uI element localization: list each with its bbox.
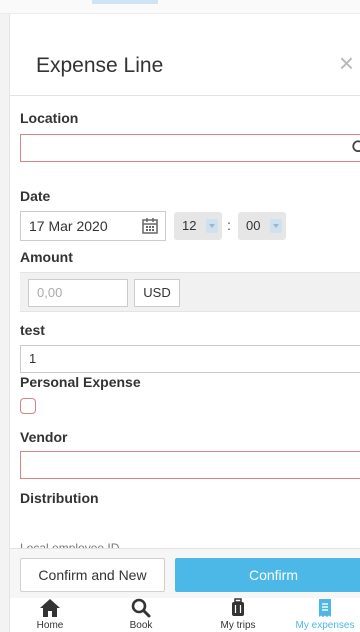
personal-expense-label: Personal Expense [20, 374, 141, 390]
luggage-icon [232, 598, 244, 616]
nav-label-my-trips: My trips [220, 620, 256, 631]
time-separator: : [227, 217, 231, 233]
date-label: Date [20, 188, 51, 204]
nav-label-my-expenses: My expenses [295, 620, 355, 631]
vendor-input[interactable] [20, 451, 360, 479]
search-icon [131, 598, 151, 618]
background-tab-strip [0, 0, 360, 14]
minute-value: 00 [246, 218, 261, 233]
test-input[interactable]: 1 [20, 345, 360, 373]
date-value: 17 Mar 2020 [29, 218, 108, 234]
nav-item-home[interactable]: Home [15, 598, 85, 632]
nav-label-book: Book [129, 620, 153, 631]
nav-item-my-expenses[interactable]: My expenses [290, 598, 360, 632]
bottom-nav: Home Book My trips My expenses [10, 598, 360, 632]
currency-field[interactable]: USD [134, 279, 180, 307]
chevron-down-icon [206, 219, 218, 233]
home-icon [40, 599, 60, 617]
local-employee-id-label: Local employee ID [20, 541, 120, 548]
modal-title: Expense Line [36, 54, 164, 77]
location-label: Location [20, 110, 79, 126]
calendar-icon[interactable] [141, 217, 159, 235]
confirm-and-new-button[interactable]: Confirm and New [20, 558, 165, 592]
amount-input[interactable]: 0,00 [28, 279, 128, 307]
nav-item-book[interactable]: Book [106, 598, 176, 632]
location-input[interactable] [20, 134, 360, 162]
chevron-down-icon [270, 219, 282, 233]
amount-label: Amount [20, 249, 73, 265]
nav-item-my-trips[interactable]: My trips [203, 598, 273, 632]
close-icon[interactable]: × [339, 50, 354, 76]
modal-header: Expense Line × [10, 14, 360, 96]
test-label: test [20, 322, 45, 338]
hour-select[interactable]: 12 [174, 212, 222, 240]
date-input[interactable]: 17 Mar 2020 [20, 211, 166, 241]
background-page-edge [0, 14, 10, 632]
search-icon[interactable] [351, 139, 360, 157]
vendor-label: Vendor [20, 429, 68, 445]
expense-line-modal: Expense Line × Location Date 17 Mar 2020… [10, 14, 360, 632]
receipt-icon [319, 599, 331, 617]
nav-label-home: Home [36, 620, 64, 631]
minute-select[interactable]: 00 [238, 212, 286, 240]
confirm-button[interactable]: Confirm [175, 558, 360, 592]
modal-footer: Confirm and New Confirm [10, 548, 360, 598]
distribution-label: Distribution [20, 490, 99, 506]
amount-panel: 0,00 USD [20, 272, 360, 312]
background-active-tab [92, 0, 158, 4]
personal-expense-checkbox[interactable] [20, 398, 36, 414]
hour-value: 12 [182, 218, 197, 233]
